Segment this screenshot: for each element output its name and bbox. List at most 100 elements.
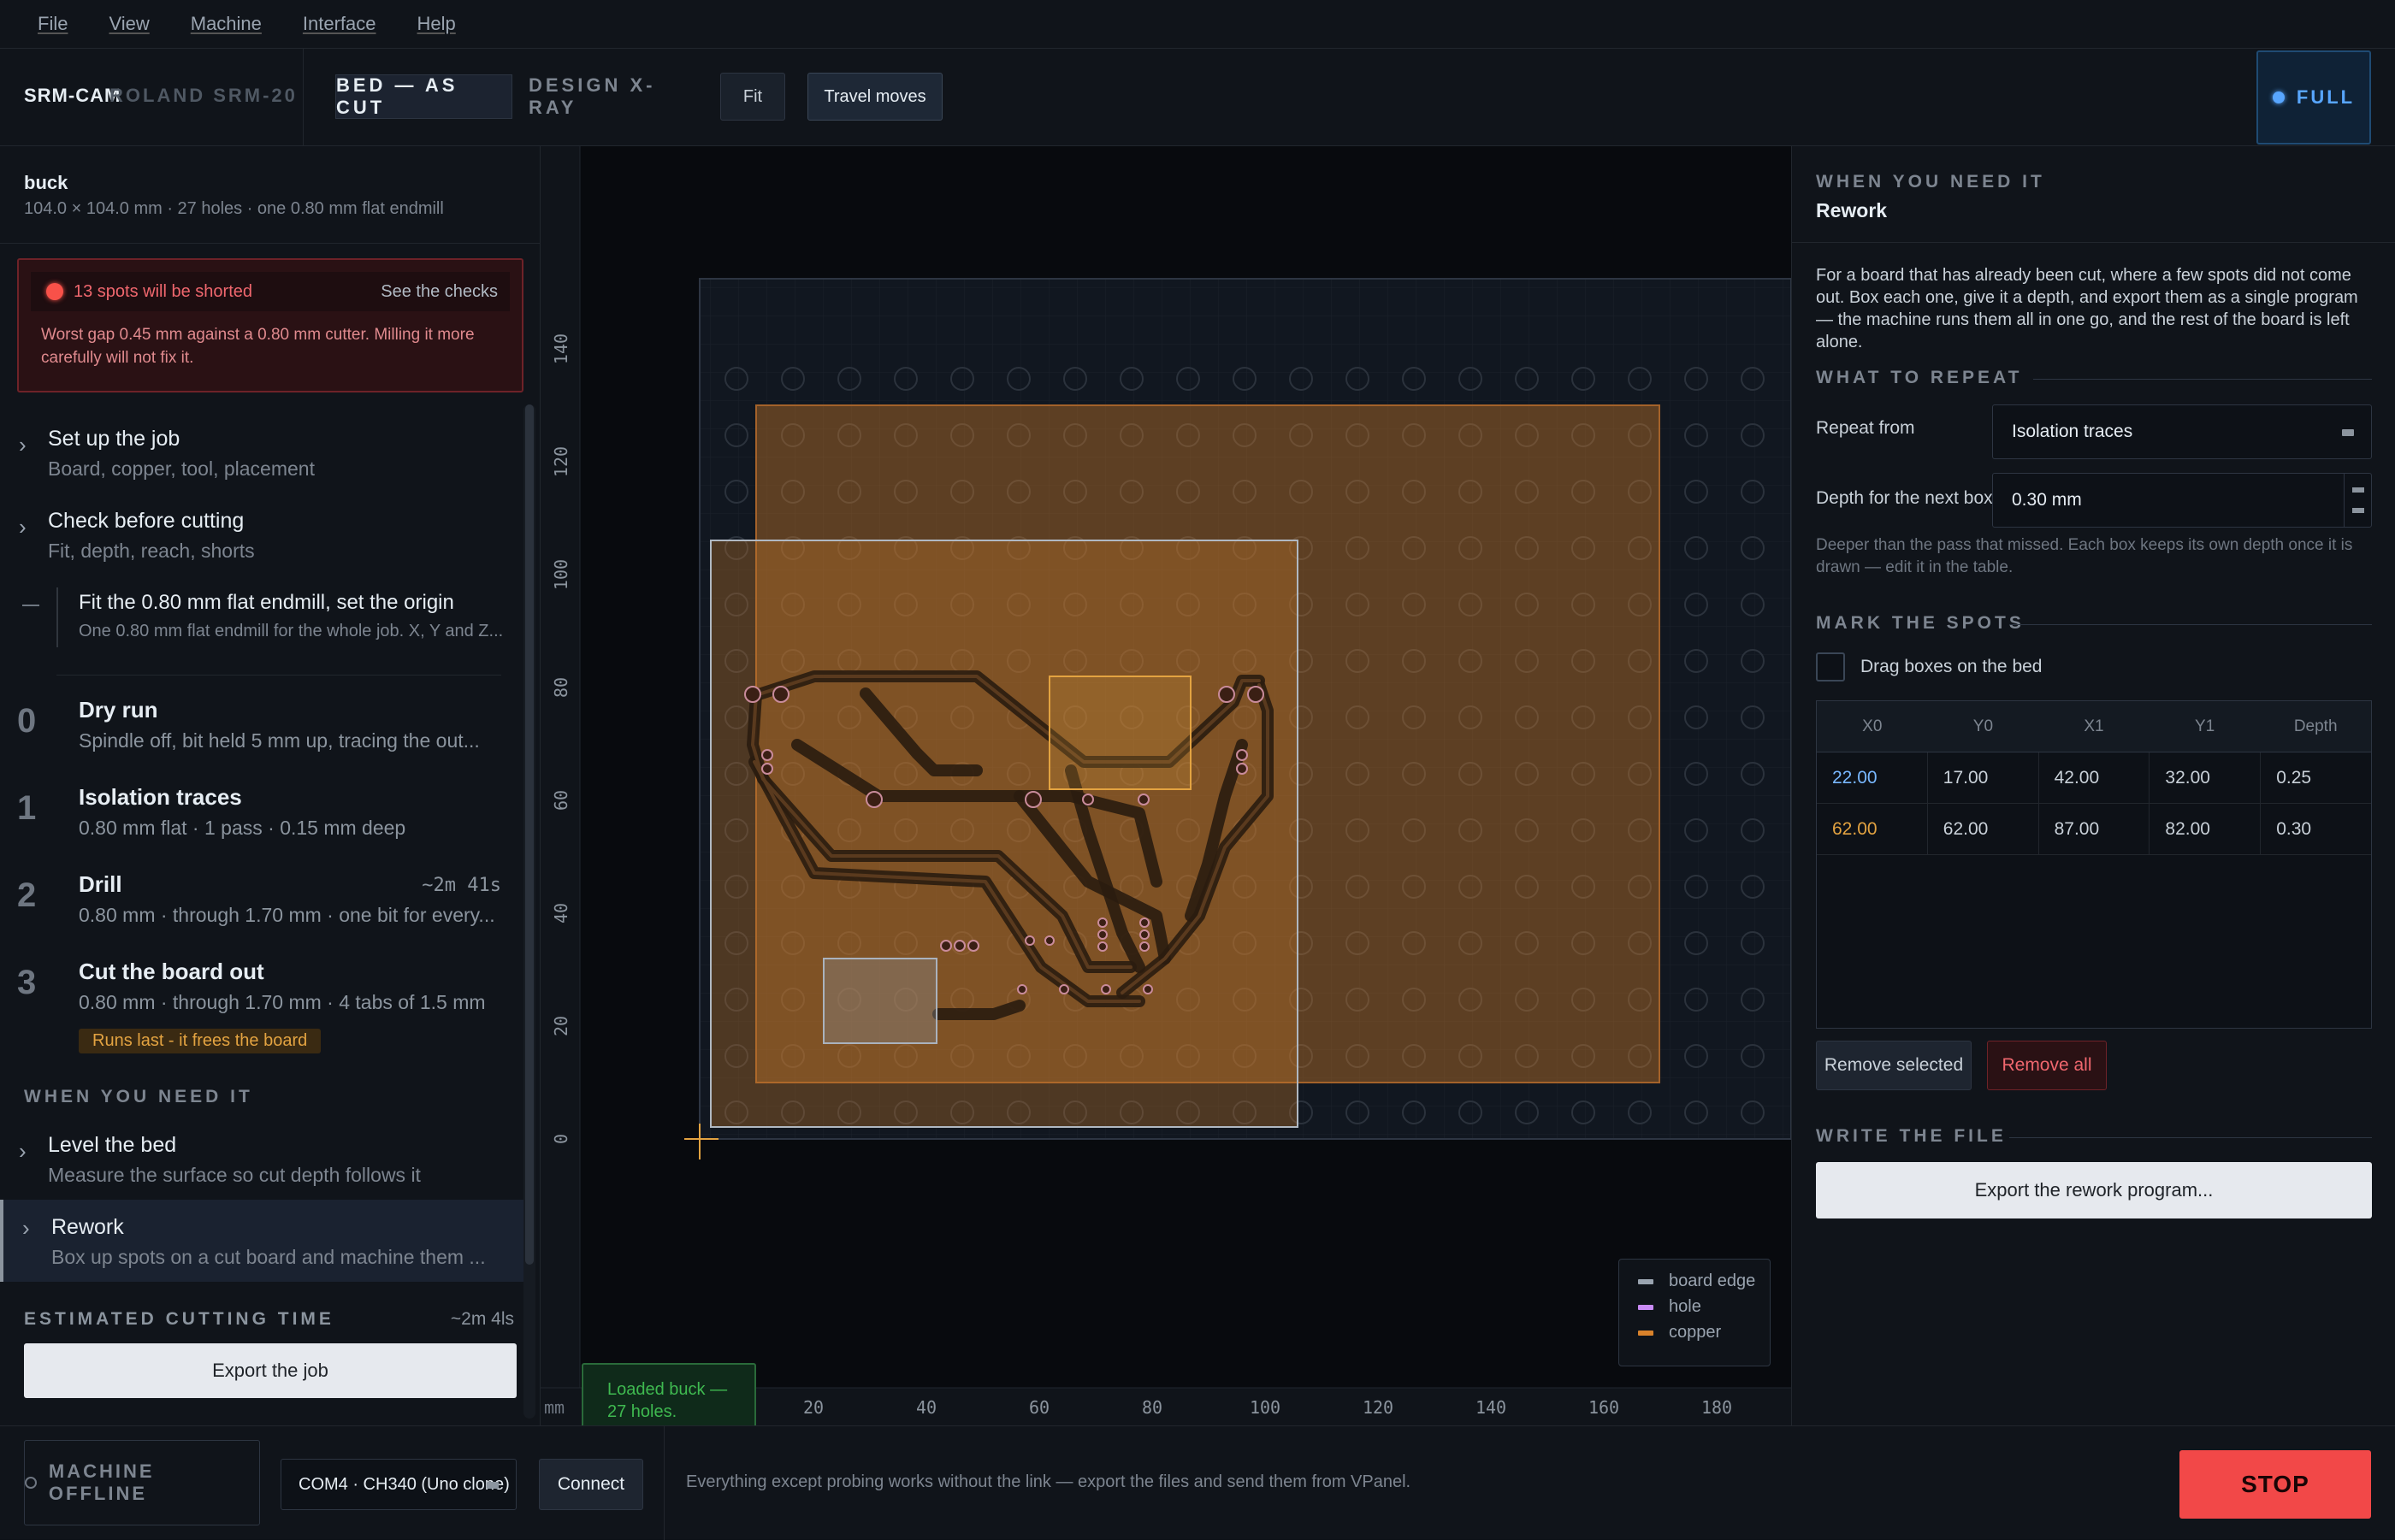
fit-button[interactable]: Fit	[720, 73, 785, 121]
legend-label: hole	[1669, 1297, 1701, 1316]
offline-note: Everything except probing works without …	[686, 1472, 1411, 1491]
nav-check-before-cutting[interactable]: › Check before cutting Fit, depth, reach…	[0, 509, 520, 577]
full-mode-button[interactable]: FULL	[2256, 50, 2371, 145]
panel-kicker: WHEN YOU NEED IT	[1816, 172, 2045, 192]
depth-label: Depth for the next box	[1816, 488, 1993, 508]
cell-x1[interactable]: 42.00	[2039, 752, 2150, 803]
right-panel: WHEN YOU NEED IT Rework For a board that…	[1791, 146, 2395, 1425]
rework-box-1[interactable]	[823, 958, 937, 1044]
full-mode-label: FULL	[2296, 86, 2356, 108]
x-tick-label: 40	[916, 1397, 937, 1418]
connect-button[interactable]: Connect	[539, 1459, 643, 1510]
cell-depth[interactable]: 0.25	[2261, 752, 2371, 803]
legend-label: board edge	[1669, 1272, 1756, 1290]
cell-x0[interactable]: 62.00	[1817, 804, 1928, 854]
toolbar: SRM-CAM ROLAND SRM-20 BED — AS CUT DESIG…	[0, 49, 2395, 146]
menu-machine[interactable]: Machine	[191, 13, 262, 35]
depth-stepper[interactable]: 0.30 mm	[1992, 473, 2372, 528]
table-header: X0 Y0 X1 Y1 Depth	[1817, 701, 2371, 752]
error-dot-icon	[46, 283, 63, 300]
scrollbar-thumb[interactable]	[525, 404, 534, 1265]
left-panel: buck 104.0 × 104.0 mm · 27 holes · one 0…	[0, 146, 541, 1425]
cell-depth[interactable]: 0.30	[2261, 804, 2371, 854]
step-isolation-traces[interactable]: 1 Isolation traces 0.80 mm flat · 1 pass…	[0, 784, 520, 861]
view-design-xray-button[interactable]: DESIGN X-RAY	[529, 74, 683, 119]
x-tick-label: 120	[1363, 1397, 1393, 1418]
table-row[interactable]: 22.00 17.00 42.00 32.00 0.25	[1817, 752, 2371, 804]
spin-down-icon	[2352, 508, 2364, 513]
step-number: 2	[17, 876, 37, 914]
travel-moves-toggle[interactable]: Travel moves	[807, 73, 943, 121]
cell-x0[interactable]: 22.00	[1817, 752, 1928, 803]
port-select[interactable]: COM4 · CH340 (Uno clone)	[281, 1459, 517, 1510]
table-row[interactable]: 62.00 62.00 87.00 82.00 0.30	[1817, 804, 2371, 855]
divider	[56, 675, 501, 676]
cell-y1[interactable]: 32.00	[2150, 752, 2262, 803]
bed-view[interactable]: 20 40 60 80 100 120 140 160 180 0 20 40 60 80 100 120 1…	[541, 146, 1821, 1425]
y-tick-label: 0	[551, 1134, 571, 1144]
estimate-value: ~2m 4ls	[450, 1309, 514, 1329]
legend-copper: copper	[1638, 1323, 1721, 1342]
menu-file[interactable]: File	[38, 13, 68, 35]
divider	[664, 1426, 665, 1540]
warning-title: 13 spots will be shorted	[74, 281, 253, 301]
remove-all-button[interactable]: Remove all	[1987, 1041, 2107, 1090]
bed-canvas[interactable]: 20 40 60 80 100 120 140 160 180 0 20 40 60 80 100 120 1…	[541, 146, 1821, 1425]
view-bed-as-cut-button[interactable]: BED — AS CUT	[335, 74, 512, 119]
step-title: Dry run	[79, 697, 158, 723]
remove-selected-button[interactable]: Remove selected	[1816, 1041, 1972, 1090]
menu-help[interactable]: Help	[417, 13, 456, 35]
dropdown-icon	[2342, 429, 2354, 436]
export-job-button[interactable]: Export the job	[24, 1343, 517, 1398]
job-name: buck	[24, 172, 68, 193]
dropdown-icon	[487, 1482, 499, 1489]
machine-name: ROLAND SRM-20	[109, 85, 298, 106]
swatch	[1638, 1330, 1653, 1336]
cell-y0[interactable]: 17.00	[1928, 752, 2039, 803]
step-sub: 0.80 mm · through 1.70 mm · 4 tabs of 1.…	[79, 991, 486, 1013]
substep-rule	[56, 587, 58, 647]
cell-y1[interactable]: 82.00	[2150, 804, 2262, 854]
step-title: Isolation traces	[79, 784, 242, 810]
divider	[0, 243, 541, 244]
nav-sub: One 0.80 mm flat endmill for the whole j…	[79, 622, 504, 640]
dash-icon	[22, 605, 39, 606]
nav-title: Fit the 0.80 mm flat endmill, set the or…	[79, 591, 454, 614]
divider	[2033, 379, 2372, 380]
nav-fit-tool[interactable]: Fit the 0.80 mm flat endmill, set the or…	[0, 587, 520, 668]
nav-level-bed[interactable]: › Level the bed Measure the surface so c…	[0, 1133, 520, 1201]
panel-title: Rework	[1816, 199, 1888, 221]
cell-y0[interactable]: 62.00	[1928, 804, 2039, 854]
step-drill[interactable]: 2 Drill ~2m 41s 0.80 mm · through 1.70 m…	[0, 871, 520, 948]
spin-buttons[interactable]	[2344, 474, 2371, 527]
y-tick-label: 60	[551, 790, 571, 811]
menu-bar: File View Machine Interface Help	[0, 0, 2395, 49]
nav-setup-job[interactable]: › Set up the job Board, copper, tool, pl…	[0, 427, 520, 495]
repeat-from-select[interactable]: Isolation traces	[1992, 404, 2372, 459]
offline-ring-icon	[25, 1477, 37, 1489]
stop-button[interactable]: STOP	[2179, 1450, 2371, 1519]
nav-rework[interactable]: › Rework Box up spots on a cut board and…	[0, 1200, 523, 1282]
see-checks-link[interactable]: See the checks	[381, 282, 498, 302]
rework-box-2[interactable]	[1049, 676, 1192, 790]
x-tick-label: 60	[1029, 1397, 1050, 1418]
menu-view[interactable]: View	[109, 13, 149, 35]
warning-body: Worst gap 0.45 mm against a 0.80 mm cutt…	[41, 326, 475, 367]
nav-title: Check before cutting	[48, 509, 245, 533]
drag-boxes-checkbox[interactable]	[1816, 652, 1845, 681]
depth-hint: Deeper than the pass that missed. Each b…	[1816, 536, 2353, 576]
unit-label: mm	[544, 1397, 565, 1418]
nav-title: Set up the job	[48, 427, 180, 451]
x-tick-label: 140	[1475, 1397, 1506, 1418]
y-tick-label: 140	[551, 333, 571, 364]
nav-title: Level the bed	[48, 1133, 177, 1157]
step-dry-run[interactable]: 0 Dry run Spindle off, bit held 5 mm up,…	[0, 697, 520, 774]
step-cut-board-out[interactable]: 3 Cut the board out 0.80 mm · through 1.…	[0, 959, 520, 1070]
step-number: 1	[17, 789, 37, 827]
menu-interface[interactable]: Interface	[303, 13, 376, 35]
cell-x1[interactable]: 87.00	[2039, 804, 2150, 854]
export-rework-button[interactable]: Export the rework program...	[1816, 1162, 2372, 1218]
step-number: 3	[17, 964, 37, 1001]
depth-value: 0.30 mm	[2012, 490, 2082, 510]
col-y0: Y0	[1972, 717, 1994, 735]
